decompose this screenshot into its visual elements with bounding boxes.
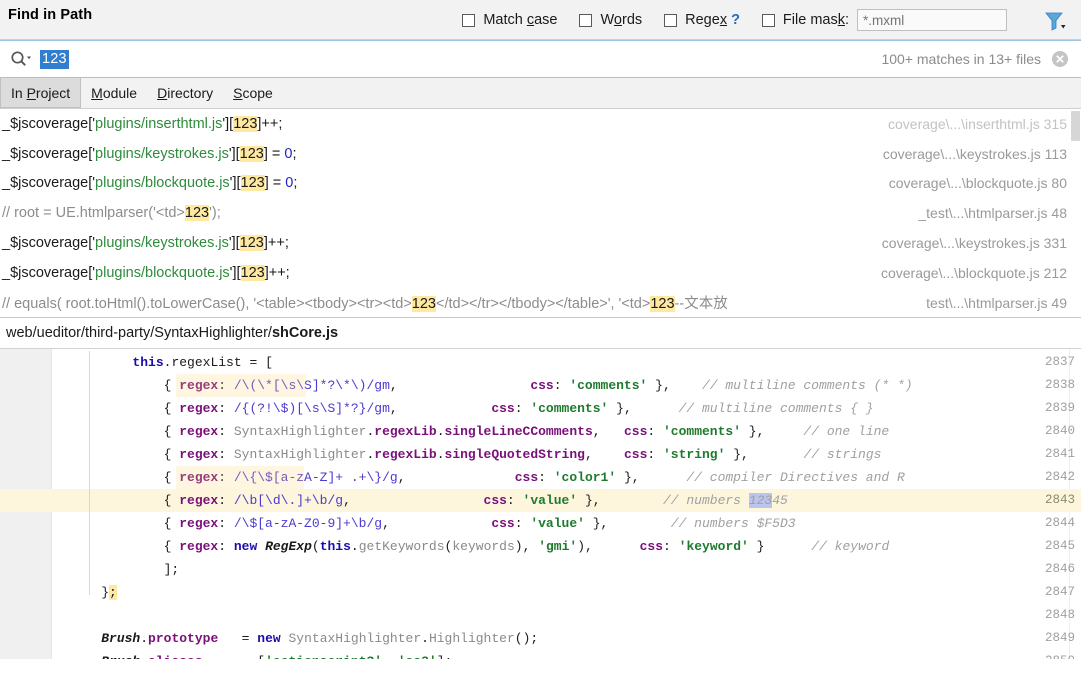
code-line[interactable]: }; xyxy=(70,581,1081,604)
result-file-path: test\...\htmlparser.js 49 xyxy=(926,294,1067,311)
match-count-label: 100+ matches in 13+ files xyxy=(881,51,1041,67)
code-line[interactable]: Brush.prototype = new SyntaxHighlighter.… xyxy=(70,627,1081,650)
regex-help-link[interactable]: ? xyxy=(731,12,740,28)
tab-in-project-label: In Project xyxy=(11,84,71,101)
result-file-path: coverage\...\blockquote.js 80 xyxy=(888,175,1067,192)
search-row: 123 100+ matches in 13+ files xyxy=(0,40,1081,78)
code-line[interactable]: Brush.aliases = ['actionscript3', 'as3']… xyxy=(70,650,1081,659)
find-in-path-window: Find in Path Match case Words Regex ? Fi… xyxy=(0,0,1081,679)
option-file-mask[interactable]: File mask: xyxy=(761,9,1007,31)
words-label: Words xyxy=(600,12,643,28)
clear-icon[interactable] xyxy=(1051,50,1069,68)
regex-checkbox[interactable] xyxy=(664,13,678,27)
results-scrollbar[interactable] xyxy=(1071,111,1080,141)
code-line[interactable]: { regex: new RegExp(this.getKeywords(key… xyxy=(70,535,1081,558)
tab-directory-label: Directory xyxy=(157,85,214,101)
search-input[interactable]: 123 xyxy=(40,49,69,69)
search-results-list[interactable]: // equals( root.toHtml().toLowerCase(), … xyxy=(0,109,1081,318)
code-line[interactable]: { regex: /{(?!\$)[\s\S]*?}/gm, css: 'com… xyxy=(70,397,1081,420)
code-line[interactable] xyxy=(70,604,1081,627)
result-code-text: _$jscoverage['plugins/blockquote.js'][12… xyxy=(2,175,298,192)
result-row[interactable]: _$jscoverage['plugins/keystrokes.js'][12… xyxy=(0,228,1081,258)
option-regex[interactable]: Regex ? xyxy=(664,12,740,28)
code-line[interactable]: { regex: SyntaxHighlighter.regexLib.sing… xyxy=(70,443,1081,466)
file-mask-checkbox[interactable] xyxy=(761,13,775,27)
result-row[interactable]: // equals( root.toHtml().toLowerCase(), … xyxy=(0,288,1081,317)
result-file-path: _test\...\htmlparser.js 48 xyxy=(918,205,1067,222)
tab-module-label: Module xyxy=(91,85,138,101)
result-row[interactable]: _$jscoverage['plugins/blockquote.js'][12… xyxy=(0,169,1081,199)
result-code-text: // equals( root.toHtml().toLowerCase(), … xyxy=(2,296,728,313)
result-file-path: coverage\...\inserthtml.js 315 xyxy=(888,115,1067,132)
result-code-text: // root = UE.htmlparser('<td>123'); xyxy=(2,205,221,222)
code-line[interactable]: { regex: SyntaxHighlighter.regexLib.sing… xyxy=(70,420,1081,443)
regex-label: Regex xyxy=(685,12,728,28)
dialog-title: Find in Path xyxy=(8,7,93,23)
code-line[interactable]: { regex: /\{\$[a-zA-Z]+ .+\}/g, css: 'co… xyxy=(70,466,1081,489)
option-match-case[interactable]: Match case xyxy=(462,12,557,28)
words-checkbox[interactable] xyxy=(579,13,593,27)
result-file-path: coverage\...\blockquote.js 212 xyxy=(880,264,1067,281)
code-line[interactable]: { regex: /\(\*[\s\S]*?\*\)/gm, css: 'com… xyxy=(70,374,1081,397)
code-line[interactable]: { regex: /\$[a-zA-Z0-9]+\b/g, css: 'valu… xyxy=(70,512,1081,535)
tab-scope[interactable]: Scope xyxy=(223,78,283,108)
filter-funnel-icon[interactable] xyxy=(1039,8,1071,34)
search-icon[interactable] xyxy=(10,50,32,68)
option-words[interactable]: Words xyxy=(579,12,642,28)
match-case-checkbox[interactable] xyxy=(462,13,476,27)
result-code-text: _$jscoverage['plugins/keystrokes.js'][12… xyxy=(2,235,289,252)
code-line[interactable]: { regex: /\b[\d\.]+\b/g, css: 'value' },… xyxy=(70,489,1081,512)
result-file-path: coverage\...\keystrokes.js 113 xyxy=(882,145,1067,162)
tab-directory[interactable]: Directory xyxy=(147,78,223,108)
result-code-text: _$jscoverage['plugins/inserthtml.js'][12… xyxy=(2,115,283,132)
file-mask-input[interactable] xyxy=(857,9,1007,31)
tab-module[interactable]: Module xyxy=(81,78,147,108)
result-code-text: _$jscoverage['plugins/keystrokes.js'][12… xyxy=(2,145,297,162)
scope-tabs: In Project Module Directory Scope xyxy=(0,78,1081,109)
code-preview-pane[interactable]: 2837 this.regexList = [2838 { regex: /\(… xyxy=(0,349,1081,659)
result-row[interactable]: _$jscoverage['plugins/keystrokes.js'][12… xyxy=(0,139,1081,169)
preview-file-path-bar[interactable]: web/ueditor/third-party/SyntaxHighlighte… xyxy=(0,318,1081,349)
result-row[interactable]: _$jscoverage['plugins/inserthtml.js'][12… xyxy=(0,109,1081,139)
match-case-label: Match case xyxy=(483,12,558,28)
code-line[interactable]: this.regexList = [ xyxy=(70,351,1081,374)
tab-in-project[interactable]: In Project xyxy=(0,78,82,108)
search-options-group: Match case Words Regex ? File mask: xyxy=(462,0,1029,40)
code-line[interactable]: ]; xyxy=(70,558,1081,581)
tab-scope-label: Scope xyxy=(233,85,273,101)
preview-file-path: web/ueditor/third-party/SyntaxHighlighte… xyxy=(6,325,339,341)
result-file-path: coverage\...\keystrokes.js 331 xyxy=(881,235,1067,252)
result-row[interactable]: _$jscoverage['plugins/blockquote.js'][12… xyxy=(0,258,1081,288)
file-mask-label: File mask: xyxy=(782,12,849,28)
result-code-text: _$jscoverage['plugins/blockquote.js'][12… xyxy=(2,264,290,281)
result-row[interactable]: // root = UE.htmlparser('<td>123'); _test… xyxy=(0,198,1081,228)
dialog-header: Find in Path Match case Words Regex ? Fi… xyxy=(0,0,1081,40)
